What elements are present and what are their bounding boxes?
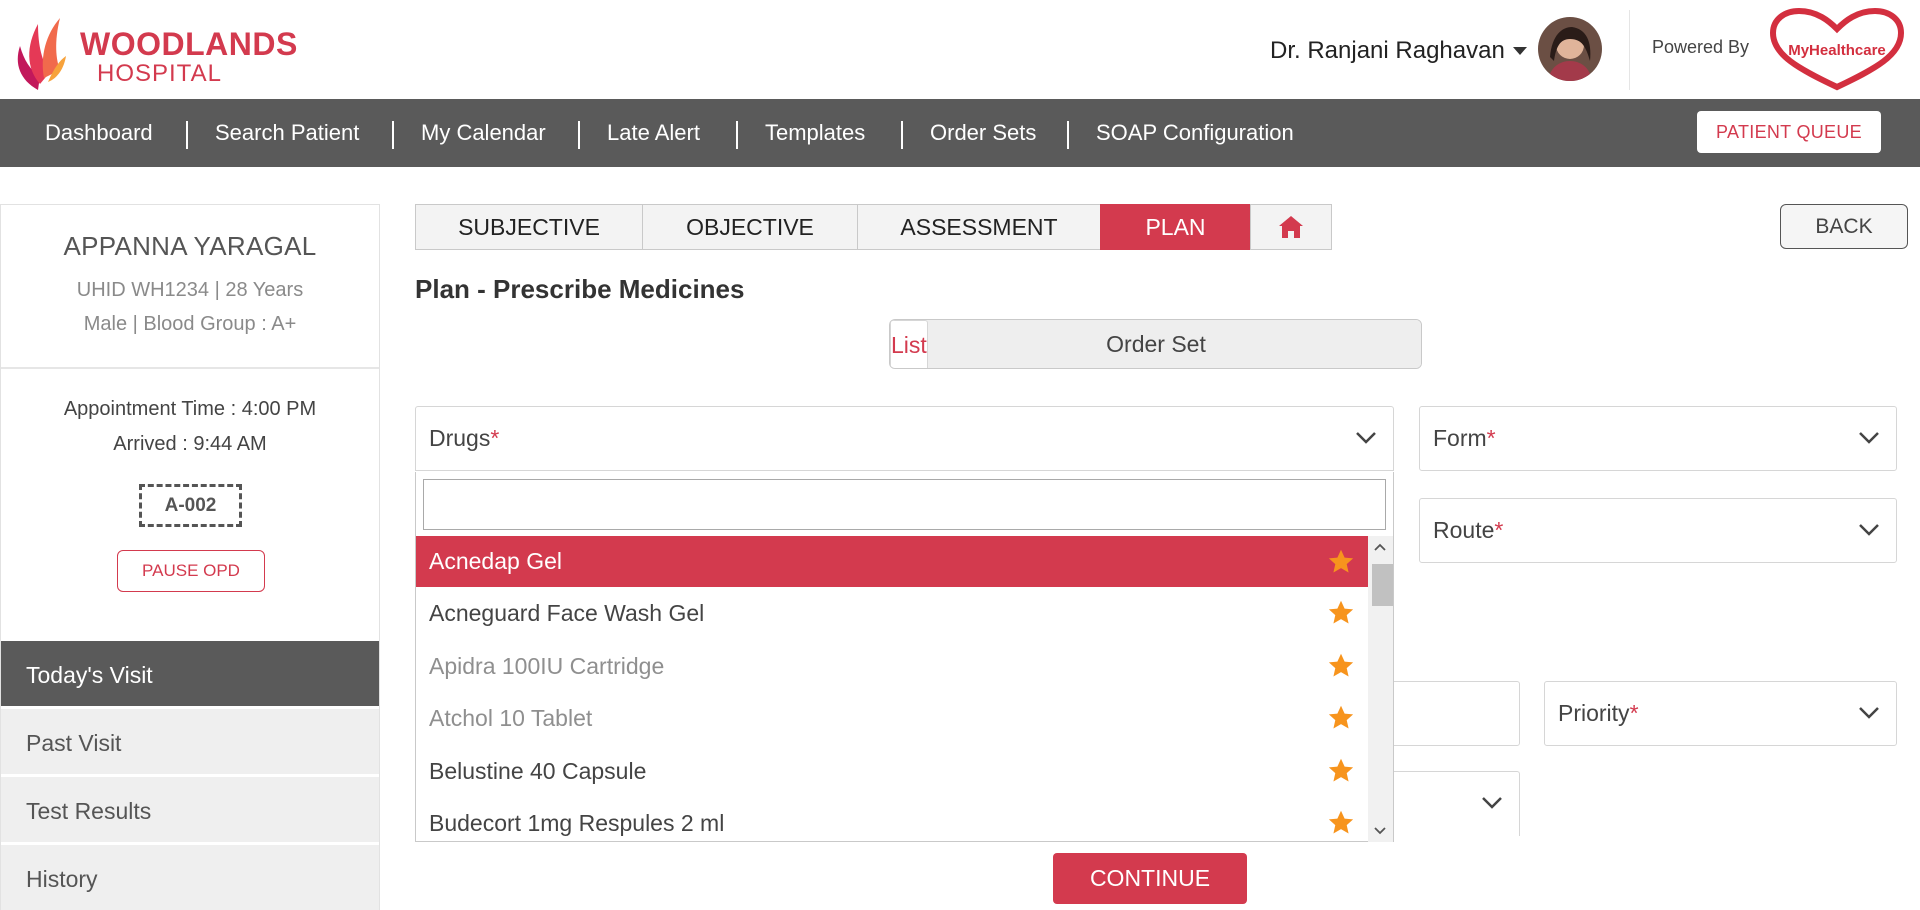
myhealthcare-logo: MyHealthcare [1769, 7, 1905, 91]
nav-separator [736, 121, 738, 149]
star-icon[interactable] [1326, 704, 1356, 732]
drugs-label: Drugs* [429, 425, 500, 451]
patient-gender-blood: Male | Blood Group : A+ [83, 313, 297, 335]
drug-option[interactable]: Acneguard Face Wash Gel [416, 587, 1368, 640]
toggle-order-set[interactable]: Order Set [890, 320, 1421, 368]
priority-label: Priority* [1558, 700, 1639, 726]
appointment-time: Appointment Time : 4:00 PM [63, 398, 317, 420]
hospital-logo[interactable]: WOODLANDS HOSPITAL [14, 12, 297, 90]
heart-logo-shape: MyHealthcare [1769, 7, 1905, 91]
toggle-list[interactable]: List [890, 320, 928, 368]
tab-home[interactable] [1250, 204, 1332, 250]
drug-option-label: Budecort 1mg Respules 2 ml [429, 810, 725, 836]
chevron-down-icon [1482, 797, 1502, 809]
drug-option-label: Apidra 100IU Cartridge [429, 652, 665, 679]
scroll-down-icon[interactable] [1374, 826, 1386, 836]
home-icon [1279, 216, 1303, 238]
nav-templates[interactable]: Templates [765, 99, 865, 167]
tab-subjective[interactable]: SUBJECTIVE [415, 204, 643, 250]
nav-dashboard[interactable]: Dashboard [45, 99, 153, 167]
patient-queue-button[interactable]: PATIENT QUEUE [1697, 111, 1881, 153]
drugs-dropdown: Acnedap Gel Acneguard Face Wash Gel Apid… [415, 472, 1394, 842]
powered-by-label: Powered By [1652, 37, 1750, 57]
header-divider [1629, 10, 1630, 90]
chevron-down-icon [1859, 707, 1879, 719]
drug-option[interactable]: Belustine 40 Capsule [416, 745, 1368, 798]
tab-objective[interactable]: OBJECTIVE [642, 204, 858, 250]
drug-option-label: Acnedap Gel [429, 548, 562, 574]
nav-separator [1067, 121, 1069, 149]
chevron-down-icon [1859, 432, 1879, 444]
avatar-image [1538, 17, 1602, 81]
route-label: Route* [1433, 517, 1504, 543]
patient-name: APPANNA YARAGAL [63, 231, 317, 261]
main-nav: Dashboard Search Patient My Calendar Lat… [0, 99, 1920, 167]
drug-option[interactable]: Acnedap Gel [416, 536, 1368, 587]
drug-option[interactable]: Budecort 1mg Respules 2 ml [416, 797, 1368, 842]
star-icon[interactable] [1326, 652, 1356, 680]
logo-text-line2: HOSPITAL [97, 60, 222, 87]
token-number: A-002 [139, 484, 242, 527]
partner-logo-text: MyHealthcare [1788, 42, 1886, 59]
user-name: Dr. Ranjani Raghavan [1270, 37, 1505, 64]
nav-separator [578, 121, 580, 149]
avatar[interactable] [1538, 17, 1602, 81]
chevron-down-icon [1859, 524, 1879, 536]
section-title: Plan - Prescribe Medicines [415, 274, 745, 304]
star-icon[interactable] [1326, 599, 1356, 627]
tab-plan[interactable]: PLAN [1100, 204, 1251, 250]
nav-separator [392, 121, 394, 149]
chevron-down-icon [1356, 432, 1376, 444]
menu-item-test-results[interactable]: Test Results [1, 777, 379, 845]
arrived-time: Arrived : 9:44 AM [113, 433, 267, 455]
caret-down-icon [1512, 47, 1527, 55]
user-menu[interactable]: Dr. Ranjani Raghavan [1270, 22, 1527, 80]
continue-button[interactable]: CONTINUE [1053, 853, 1247, 904]
nav-separator [901, 121, 903, 149]
panel-divider [1, 367, 379, 369]
nav-late-alert[interactable]: Late Alert [607, 99, 700, 167]
patient-uhid-age: UHID WH1234 | 28 Years [76, 279, 304, 301]
form-label: Form* [1433, 425, 1496, 451]
priority-select[interactable]: Priority* [1544, 681, 1897, 746]
drug-search-input[interactable] [423, 479, 1386, 530]
visit-menu: Today's Visit Past Visit Test Results Hi… [1, 641, 379, 910]
drug-option-label: Atchol 10 Tablet [429, 705, 593, 731]
hospital-logo-mark [17, 18, 66, 90]
scroll-up-icon[interactable] [1374, 542, 1386, 552]
menu-item-history[interactable]: History [1, 845, 379, 910]
list-orderset-toggle: List Order Set [889, 319, 1422, 369]
scrollbar-thumb[interactable] [1372, 564, 1393, 606]
drug-option-label: Belustine 40 Capsule [429, 757, 647, 784]
menu-item-todays-visit[interactable]: Today's Visit [1, 641, 379, 709]
form-select[interactable]: Form* [1419, 406, 1897, 471]
star-icon[interactable] [1326, 757, 1356, 785]
drug-option[interactable]: Apidra 100IU Cartridge [416, 640, 1368, 693]
soap-tabs: SUBJECTIVE OBJECTIVE ASSESSMENT PLAN [415, 204, 1332, 250]
logo-text-line1: WOODLANDS [80, 26, 298, 62]
route-select[interactable]: Route* [1419, 498, 1897, 563]
tab-assessment[interactable]: ASSESSMENT [857, 204, 1101, 250]
header: WOODLANDS HOSPITAL Dr. Ranjani Raghavan … [0, 0, 1920, 99]
patient-panel: APPANNA YARAGAL UHID WH1234 | 28 Years M… [0, 204, 380, 910]
drug-options-list: Acnedap Gel Acneguard Face Wash Gel Apid… [416, 536, 1368, 842]
nav-search-patient[interactable]: Search Patient [215, 99, 359, 167]
star-icon[interactable] [1326, 809, 1356, 837]
menu-item-past-visit[interactable]: Past Visit [1, 709, 379, 777]
pause-opd-button[interactable]: PAUSE OPD [117, 550, 265, 592]
star-icon[interactable] [1326, 548, 1356, 576]
nav-soap-configuration[interactable]: SOAP Configuration [1096, 99, 1294, 167]
dropdown-scrollbar[interactable] [1368, 536, 1393, 842]
nav-my-calendar[interactable]: My Calendar [421, 99, 546, 167]
nav-separator [186, 121, 188, 149]
drug-option-label: Acneguard Face Wash Gel [429, 600, 705, 626]
drug-option[interactable]: Atchol 10 Tablet [416, 692, 1368, 745]
nav-order-sets[interactable]: Order Sets [930, 99, 1036, 167]
back-button[interactable]: BACK [1780, 204, 1908, 249]
drugs-select[interactable]: Drugs* [415, 406, 1394, 471]
